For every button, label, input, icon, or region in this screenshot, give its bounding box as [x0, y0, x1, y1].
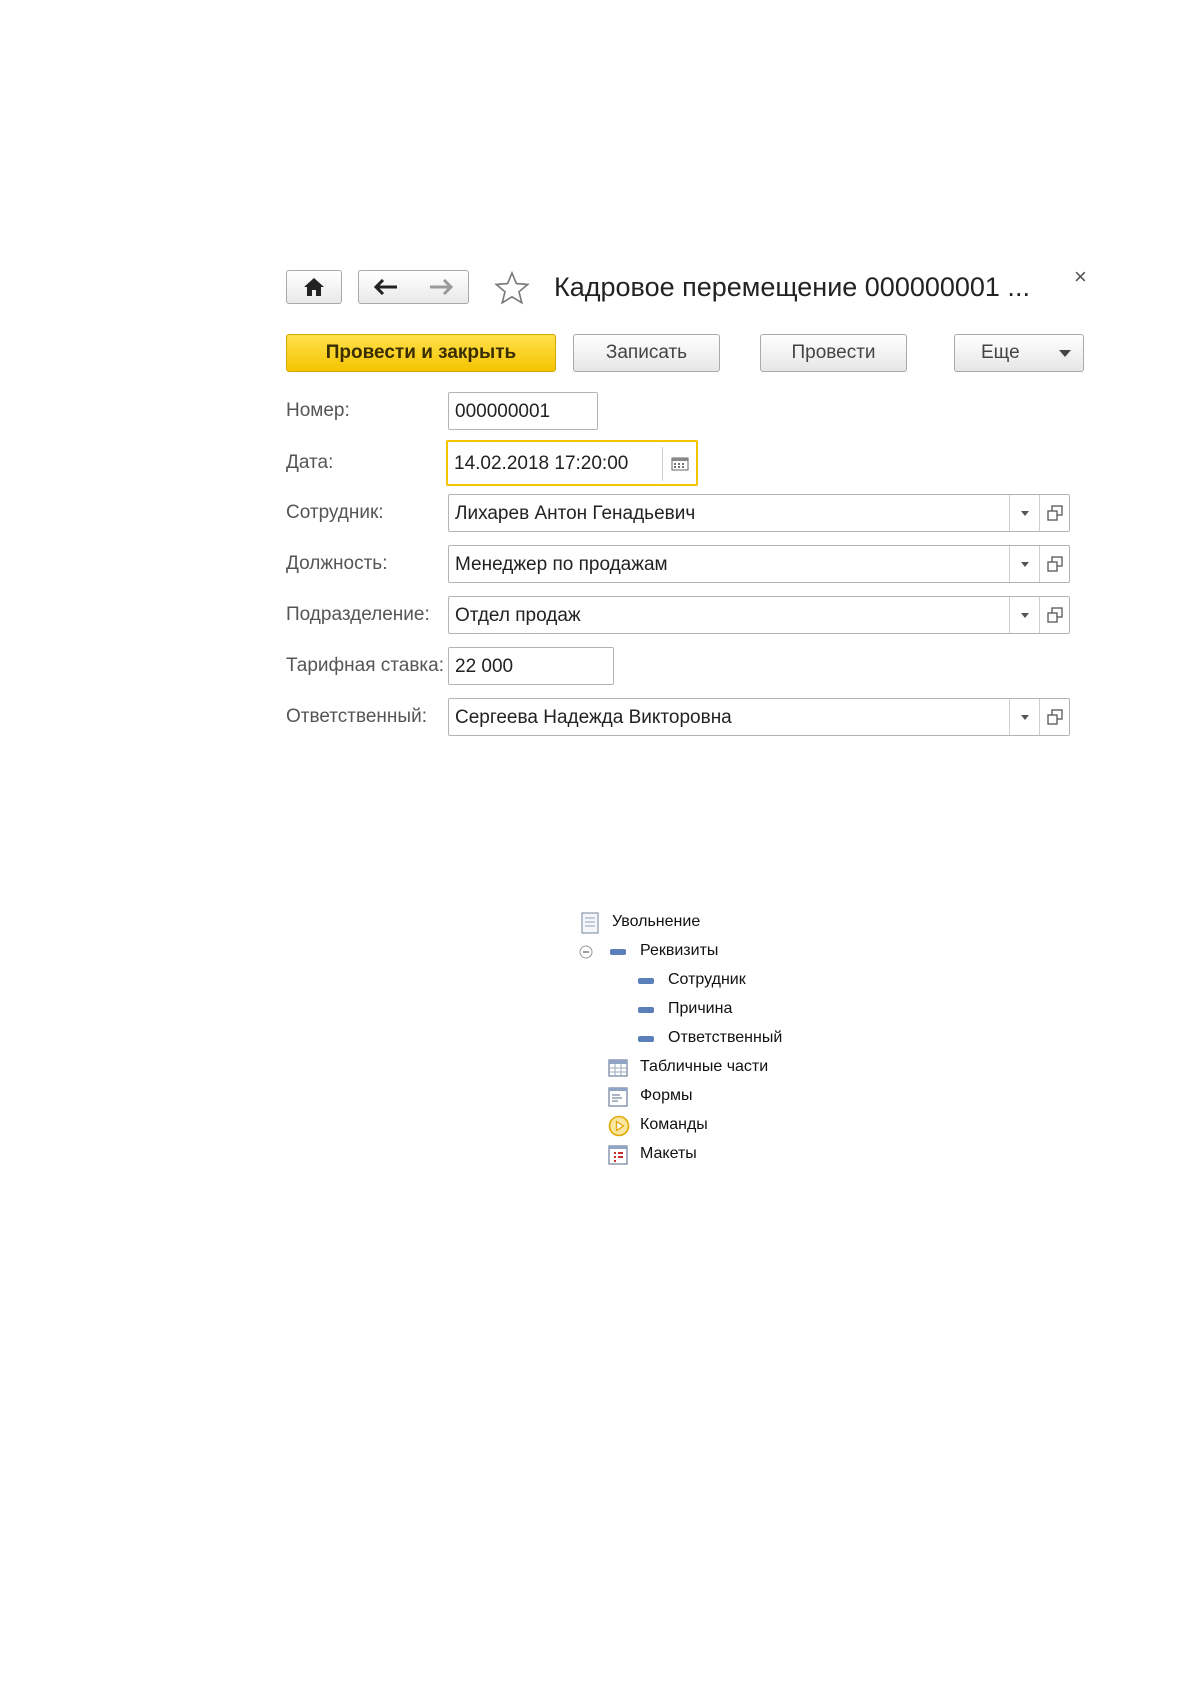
date-field[interactable]: 14.02.2018 17:20:00: [446, 440, 698, 486]
post-button[interactable]: Провести: [760, 334, 907, 372]
employee-value: Лихарев Антон Генадьевич: [455, 503, 696, 524]
home-button[interactable]: [286, 270, 342, 304]
save-button[interactable]: Записать: [573, 334, 720, 372]
position-row: Должность: Менеджер по продажам: [286, 545, 1096, 583]
attribute-icon: [638, 1036, 654, 1042]
department-label: Подразделение:: [286, 604, 430, 625]
rate-value: 22 000: [455, 656, 514, 677]
forward-button[interactable]: [413, 270, 469, 304]
rate-row: Тарифная ставка: 22 000: [286, 647, 1096, 685]
arrow-right-icon: [429, 279, 453, 295]
responsible-open-button[interactable]: [1039, 699, 1069, 735]
department-field[interactable]: Отдел продаж: [448, 596, 1070, 634]
tree-label: Табличные части: [640, 1058, 769, 1075]
rate-field[interactable]: 22 000: [448, 647, 614, 685]
post-and-close-button[interactable]: Провести и закрыть: [286, 334, 556, 372]
table-icon: [608, 1059, 628, 1077]
tree-label: Ответственный: [668, 1029, 783, 1046]
command-bar: Провести и закрыть Записать Провести Еще: [286, 334, 1096, 374]
open-icon: [1047, 607, 1063, 623]
star-icon: [494, 270, 530, 305]
open-icon: [1047, 505, 1063, 521]
date-label: Дата:: [286, 452, 334, 473]
calendar-icon: [671, 457, 689, 471]
tree-label: Формы: [640, 1087, 693, 1104]
open-icon: [1047, 709, 1063, 725]
position-open-button[interactable]: [1039, 546, 1069, 582]
tree-label: Реквизиты: [640, 942, 719, 959]
responsible-field[interactable]: Сергеева Надежда Викторовна: [448, 698, 1070, 736]
position-dropdown-button[interactable]: [1009, 546, 1039, 582]
chevron-down-icon: [1059, 350, 1071, 357]
more-button-label: Еще: [981, 342, 1020, 363]
back-button[interactable]: [358, 270, 414, 304]
title-bar: Кадровое перемещение 000000001 ... ×: [286, 264, 1096, 310]
position-value: Менеджер по продажам: [455, 554, 668, 575]
number-label: Номер:: [286, 400, 350, 421]
number-value: 000000001: [455, 401, 551, 422]
employee-field[interactable]: Лихарев Антон Генадьевич: [448, 494, 1070, 532]
attribute-icon: [610, 949, 626, 955]
responsible-dropdown-button[interactable]: [1009, 699, 1039, 735]
department-value: Отдел продаж: [455, 605, 581, 626]
home-icon: [304, 278, 324, 296]
responsible-value: Сергеева Надежда Викторовна: [455, 707, 732, 728]
attribute-icon: [638, 978, 654, 984]
tree-label: Сотрудник: [668, 971, 746, 988]
position-field[interactable]: Менеджер по продажам: [448, 545, 1070, 583]
department-row: Подразделение: Отдел продаж: [286, 596, 1096, 634]
number-row: Номер: 000000001: [286, 392, 1096, 430]
more-button[interactable]: Еще: [954, 334, 1084, 372]
rate-label: Тарифная ставка:: [286, 655, 444, 676]
open-icon: [1047, 556, 1063, 572]
favorite-button[interactable]: [494, 270, 530, 310]
employee-label: Сотрудник:: [286, 502, 384, 523]
attribute-icon: [638, 1007, 654, 1013]
form-icon: [608, 1087, 628, 1107]
document-icon: [581, 912, 599, 934]
window-title: Кадровое перемещение 000000001 ...: [554, 272, 1030, 302]
command-icon: [608, 1115, 630, 1137]
department-open-button[interactable]: [1039, 597, 1069, 633]
employee-row: Сотрудник: Лихарев Антон Генадьевич: [286, 494, 1096, 532]
arrow-left-icon: [374, 279, 397, 295]
employee-open-button[interactable]: [1039, 495, 1069, 531]
tree-label: Макеты: [640, 1145, 697, 1162]
tree-label: Команды: [640, 1116, 708, 1133]
tree-label: Причина: [668, 1000, 733, 1017]
date-value: 14.02.2018 17:20:00: [454, 453, 629, 474]
close-icon[interactable]: ×: [1074, 264, 1087, 290]
calendar-button[interactable]: [662, 447, 696, 481]
department-dropdown-button[interactable]: [1009, 597, 1039, 633]
responsible-label: Ответственный:: [286, 706, 427, 727]
date-row: Дата: 14.02.2018 17:20:00: [286, 440, 1096, 486]
number-field[interactable]: 000000001: [448, 392, 598, 430]
tree-label: Увольнение: [612, 913, 701, 930]
responsible-row: Ответственный: Сергеева Надежда Викторов…: [286, 698, 1096, 736]
employee-dropdown-button[interactable]: [1009, 495, 1039, 531]
position-label: Должность:: [286, 553, 388, 574]
template-icon: [608, 1145, 628, 1165]
collapse-icon[interactable]: [579, 945, 593, 959]
